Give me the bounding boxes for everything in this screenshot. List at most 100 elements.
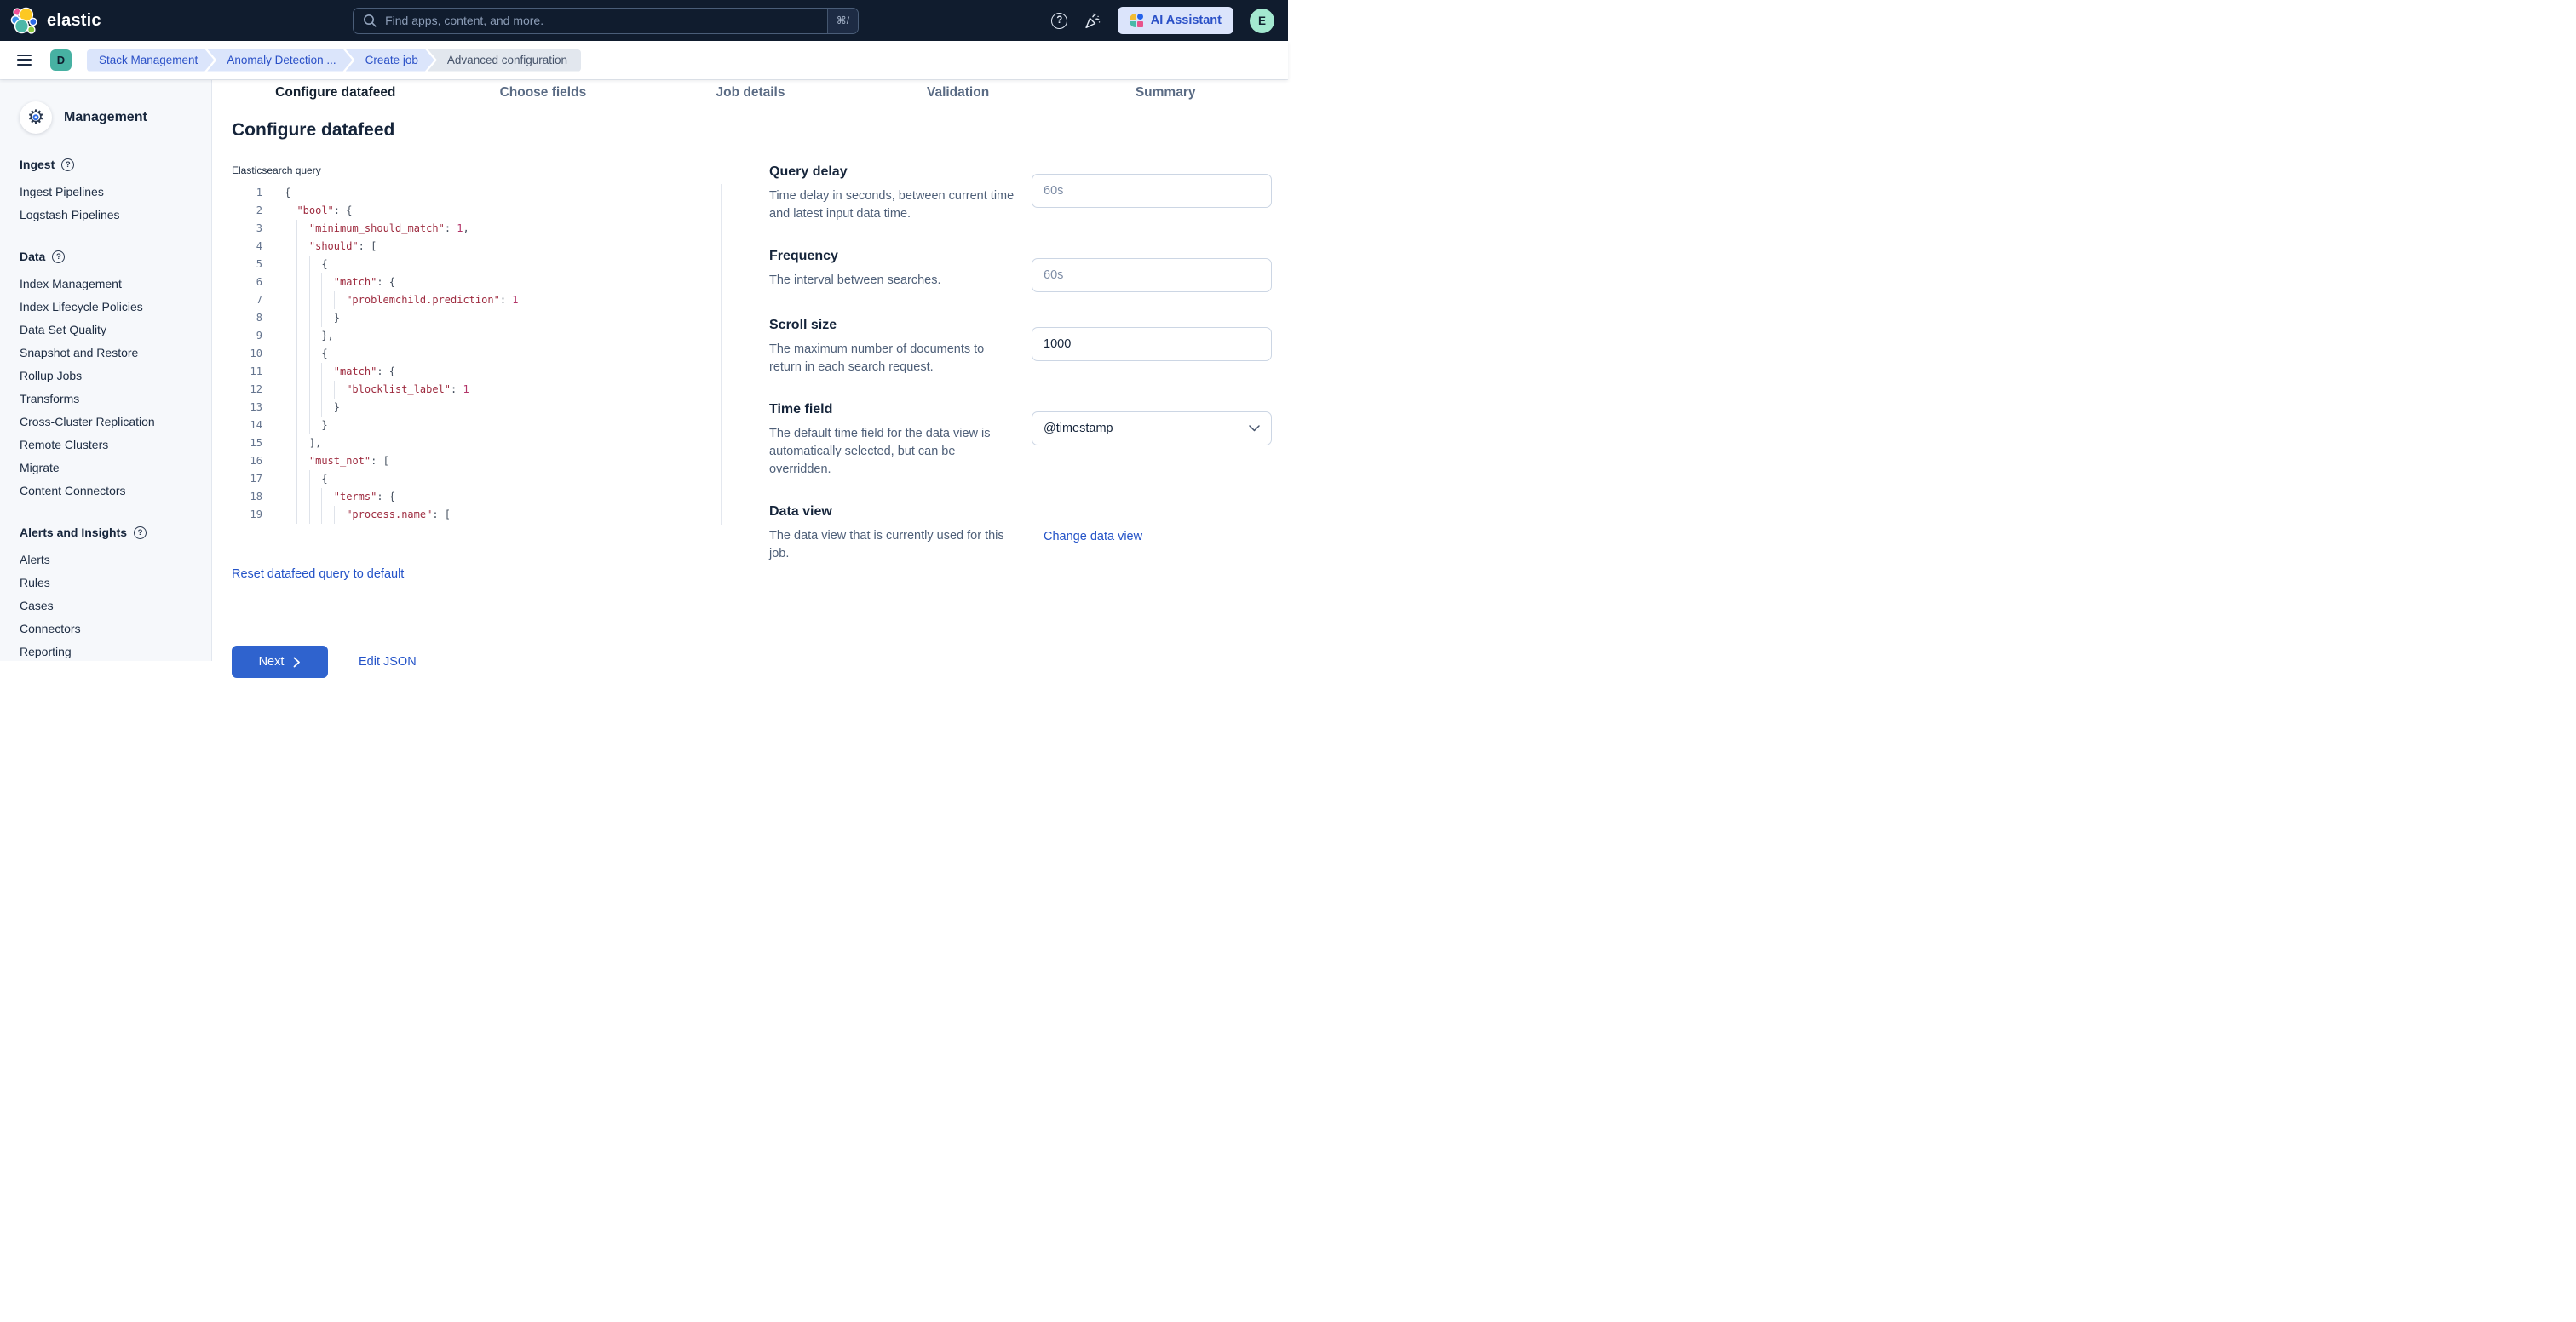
elastic-logo-icon — [10, 7, 38, 35]
sidebar-item-reporting[interactable]: Reporting — [20, 640, 203, 661]
query-delay-input[interactable] — [1032, 174, 1272, 208]
line-number: 16 — [232, 452, 262, 470]
code-key: "should" — [309, 238, 359, 256]
elastic-logo[interactable]: elastic — [10, 7, 232, 35]
frequency-input[interactable] — [1032, 258, 1272, 292]
ai-assistant-icon — [1130, 14, 1143, 27]
sidebar-item-logstash-pipelines[interactable]: Logstash Pipelines — [20, 203, 203, 226]
indent-guide — [285, 202, 296, 220]
wizard-step-configure-datafeed[interactable]: Configure datafeed — [232, 83, 440, 102]
code-line: 8} — [232, 309, 721, 327]
question-circle-icon[interactable]: ? — [134, 526, 147, 539]
global-search-input[interactable]: Find apps, content, and more. ⌘/ — [353, 8, 859, 34]
indent-guide — [285, 470, 296, 488]
indent-guide — [334, 381, 346, 399]
indent-guide — [309, 345, 321, 363]
next-button[interactable]: Next — [232, 646, 328, 678]
indent-guide — [285, 256, 296, 273]
wizard-step-job-details[interactable]: Job details — [647, 83, 854, 102]
question-circle-icon[interactable]: ? — [61, 158, 74, 171]
breadcrumb-stack-management[interactable]: Stack Management — [87, 49, 214, 72]
field-description: The interval between searches. — [769, 272, 1018, 290]
wizard-step-summary[interactable]: Summary — [1061, 83, 1269, 102]
field-control — [1032, 164, 1272, 223]
line-number: 13 — [232, 399, 262, 417]
management-app-avatar: ⚙ — [20, 101, 52, 134]
wizard-step-validation[interactable]: Validation — [854, 83, 1062, 102]
indent-guide — [285, 238, 296, 256]
indent-guide — [296, 417, 308, 434]
breadcrumb-anomaly-detection[interactable]: Anomaly Detection ... — [207, 49, 352, 72]
sidebar-section-title: Ingest? — [20, 158, 203, 171]
edit-json-link[interactable]: Edit JSON — [359, 655, 417, 669]
sidebar-item-rollup-jobs[interactable]: Rollup Jobs — [20, 364, 203, 387]
code-punctuation: } — [334, 309, 340, 327]
code-key: "match" — [334, 363, 377, 381]
change-data-view-link[interactable]: Change data view — [1032, 504, 1142, 543]
sidebar-item-remote-clusters[interactable]: Remote Clusters — [20, 433, 203, 456]
indent-guide — [285, 345, 296, 363]
sidebar-item-cases[interactable]: Cases — [20, 594, 203, 617]
sidebar-item-ingest-pipelines[interactable]: Ingest Pipelines — [20, 180, 203, 203]
sidebar-item-connectors[interactable]: Connectors — [20, 617, 203, 640]
indent-guide — [321, 488, 333, 506]
space-badge[interactable]: D — [50, 49, 72, 71]
code-editor[interactable]: 1{2"bool": {3"minimum_should_match": 1,4… — [232, 184, 722, 525]
indent-guide — [285, 273, 296, 291]
field-description: Time delay in seconds, between current t… — [769, 187, 1018, 223]
indent-guide — [296, 470, 308, 488]
indent-guide — [296, 506, 308, 524]
topbar-actions: ? AI Assistant E — [1051, 7, 1276, 34]
sidebar-item-content-connectors[interactable]: Content Connectors — [20, 479, 203, 502]
indent-guide — [296, 399, 308, 417]
indent-guide — [285, 327, 296, 345]
menu-icon[interactable] — [17, 55, 32, 66]
sidebar-section-title-label: Data — [20, 250, 45, 263]
reset-datafeed-query-link[interactable]: Reset datafeed query to default — [232, 567, 404, 581]
line-number: 7 — [232, 291, 262, 309]
time-field-select[interactable]: @timestamp — [1032, 411, 1272, 445]
indent-guide — [309, 381, 321, 399]
sidebar-item-migrate[interactable]: Migrate — [20, 456, 203, 479]
help-icon[interactable]: ? — [1051, 13, 1067, 29]
line-number: 11 — [232, 363, 262, 381]
code-punctuation: : — [445, 220, 457, 238]
code-line: 4"should": [ — [232, 238, 721, 256]
top-navigation-bar: elastic Find apps, content, and more. ⌘/… — [0, 0, 1288, 41]
sidebar-item-data-set-quality[interactable]: Data Set Quality — [20, 318, 203, 341]
indent-guide — [309, 309, 321, 327]
question-circle-icon[interactable]: ? — [52, 250, 65, 263]
scroll-size-input[interactable] — [1032, 327, 1272, 361]
field-control: @timestamp — [1032, 402, 1272, 479]
management-sidebar: ⚙ Management Ingest? Ingest PipelinesLogs… — [0, 79, 212, 661]
field-row-time-field: Time fieldThe default time field for the… — [769, 402, 1268, 479]
breadcrumb-create-job[interactable]: Create job — [346, 49, 434, 72]
sidebar-item-snapshot-and-restore[interactable]: Snapshot and Restore — [20, 341, 203, 364]
search-placeholder: Find apps, content, and more. — [385, 14, 827, 27]
sidebar-item-rules[interactable]: Rules — [20, 571, 203, 594]
user-avatar[interactable]: E — [1250, 9, 1274, 33]
field-text: Data viewThe data view that is currently… — [769, 504, 1018, 563]
breadcrumb-advanced-configuration[interactable]: Advanced configuration — [428, 49, 581, 72]
indent-guide — [309, 291, 321, 309]
sidebar-item-cross-cluster-replication[interactable]: Cross-Cluster Replication — [20, 410, 203, 433]
sidebar-section-title-label: Ingest — [20, 158, 55, 171]
sidebar-item-alerts[interactable]: Alerts — [20, 548, 203, 571]
sidebar-item-index-lifecycle-policies[interactable]: Index Lifecycle Policies — [20, 295, 203, 318]
code-number: 1 — [457, 220, 463, 238]
code-key: "problemchild.prediction" — [346, 291, 500, 309]
field-text: Time fieldThe default time field for the… — [769, 402, 1018, 479]
code-line: 17{ — [232, 470, 721, 488]
wizard-steps: Configure datafeedChoose fieldsJob detai… — [232, 83, 1269, 102]
sidebar-item-index-management[interactable]: Index Management — [20, 272, 203, 295]
sidebar-header: ⚙ Management — [20, 101, 203, 134]
sidebar-item-transforms[interactable]: Transforms — [20, 387, 203, 410]
whats-new-icon[interactable] — [1084, 12, 1101, 30]
code-line: 14} — [232, 417, 721, 434]
wizard-step-choose-fields[interactable]: Choose fields — [440, 83, 647, 102]
field-control: Change data view — [1032, 504, 1272, 563]
ai-assistant-button[interactable]: AI Assistant — [1118, 7, 1233, 34]
line-number: 9 — [232, 327, 262, 345]
line-number: 17 — [232, 470, 262, 488]
code-punctuation: { — [321, 256, 327, 273]
